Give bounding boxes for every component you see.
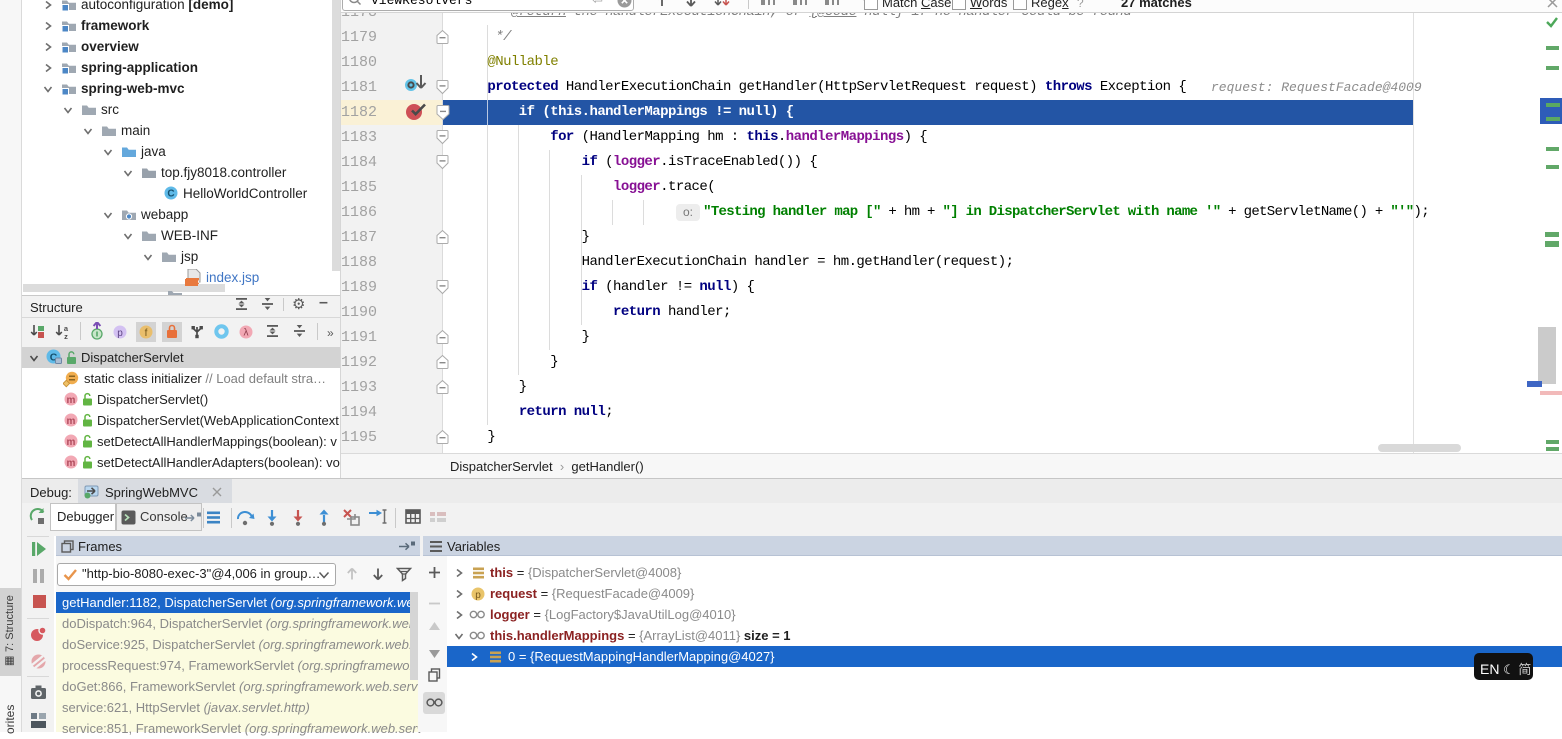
svg-text:m: m: [67, 395, 76, 406]
svg-text:m: m: [67, 458, 76, 469]
svg-text:λ: λ: [244, 328, 249, 339]
svg-text:z: z: [64, 332, 68, 339]
svg-text:m: m: [67, 416, 76, 427]
svg-text:m: m: [67, 437, 76, 448]
svg-text:p: p: [475, 590, 481, 601]
svg-text:p: p: [117, 328, 123, 339]
svg-text:f: f: [145, 328, 148, 339]
svg-text:C: C: [167, 189, 174, 200]
